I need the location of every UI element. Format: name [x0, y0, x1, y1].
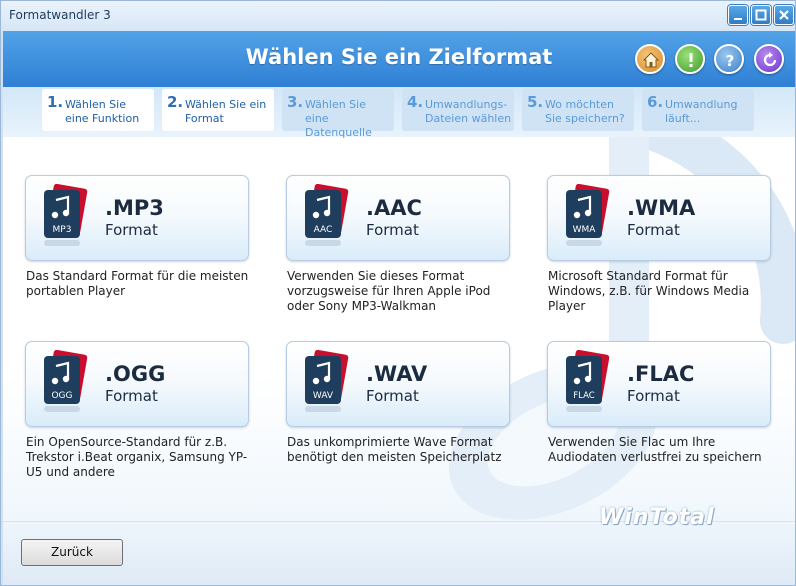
step-label: Wo möchten Sie speichern?	[545, 98, 625, 125]
refresh-icon	[763, 52, 777, 67]
home-button[interactable]	[635, 44, 665, 74]
format-badge-text: MP3	[53, 225, 72, 235]
header-bar: Wählen Sie ein Zielformat ?	[3, 31, 795, 87]
minimize-button[interactable]	[728, 5, 748, 25]
help-button[interactable]: ?	[714, 44, 744, 74]
format-extension: .MP3	[105, 196, 164, 220]
step-label: Wählen Sie eine Datenquelle	[305, 98, 372, 139]
step-label: Umwandlungs-Dateien wählen	[425, 98, 512, 125]
format-label: Format	[627, 387, 680, 405]
refresh-button[interactable]	[754, 44, 784, 74]
close-icon	[779, 10, 789, 20]
format-card-wma[interactable]: WMA .WMA Format	[547, 175, 771, 261]
step-number: 6.	[647, 93, 664, 111]
format-card-mp3[interactable]: MP3 .MP3 Format	[25, 175, 249, 261]
step-6: 6. Umwandlung läuft...	[642, 89, 754, 131]
step-number: 4.	[407, 93, 424, 111]
format-description: Ein OpenSource-Standard für z.B. Treksto…	[26, 435, 248, 479]
warning-icon	[689, 53, 693, 67]
step-label: Umwandlung läuft...	[665, 98, 738, 125]
step-5: 5. Wo möchten Sie speichern?	[522, 89, 634, 131]
wizard-steps: 1. Wählen Sie eine Funktion 2. Wählen Si…	[3, 87, 795, 139]
app-window: Formatwandler 3 Wählen Sie ein Zielforma…	[0, 0, 796, 586]
format-card-wav[interactable]: WAV .WAV Format	[286, 341, 510, 427]
step-number: 5.	[527, 93, 544, 111]
wintotal-watermark: WinTotal	[599, 505, 715, 530]
format-label: Format	[105, 221, 158, 239]
notice-button[interactable]	[675, 44, 705, 74]
format-label: Format	[366, 387, 419, 405]
step-number: 1.	[47, 93, 64, 111]
step-number: 3.	[287, 93, 304, 111]
audio-file-icon: MP3	[44, 184, 88, 246]
format-label: Format	[105, 387, 158, 405]
content-area: Wählen Sie ein Zielformat ? 1. Wählen Si…	[3, 31, 795, 585]
format-badge-text: OGG	[51, 391, 72, 401]
step-3: 3. Wählen Sie eine Datenquelle	[282, 89, 394, 139]
audio-file-icon: AAC	[305, 184, 349, 246]
format-extension: .WMA	[627, 196, 696, 220]
step-4: 4. Umwandlungs-Dateien wählen	[402, 89, 514, 131]
format-extension: .AAC	[366, 196, 422, 220]
format-description: Das unkomprimierte Wave Format benötigt …	[287, 435, 502, 464]
window-title: Formatwandler 3	[9, 8, 111, 22]
audio-file-icon: FLAC	[566, 350, 610, 412]
format-extension: .FLAC	[627, 362, 695, 386]
step-number: 2.	[167, 93, 184, 111]
audio-file-icon: OGG	[44, 350, 88, 412]
minimize-icon	[734, 18, 742, 20]
home-icon	[642, 52, 660, 68]
format-badge-text: FLAC	[573, 391, 594, 401]
svg-text:?: ?	[726, 52, 735, 69]
maximize-icon	[755, 9, 767, 21]
music-note-background-icon	[449, 101, 795, 520]
format-description: Microsoft Standard Format für Windows, z…	[548, 269, 750, 313]
format-card-ogg[interactable]: OGG .OGG Format	[25, 341, 249, 427]
step-1[interactable]: 1. Wählen Sie eine Funktion	[42, 89, 154, 131]
format-description: Verwenden Sie dieses Format vorzugsweise…	[287, 269, 491, 313]
audio-file-icon: WAV	[305, 350, 349, 412]
help-icon: ?	[726, 52, 735, 69]
format-label: Format	[366, 221, 419, 239]
format-badge-text: WMA	[573, 225, 597, 235]
back-button[interactable]: Zurück	[21, 539, 123, 566]
format-badge-text: WAV	[313, 391, 334, 401]
format-extension: .WAV	[366, 362, 428, 386]
step-label: Wählen Sie eine Funktion	[65, 98, 140, 125]
title-bar: Formatwandler 3	[1, 1, 795, 31]
close-button[interactable]	[774, 5, 794, 25]
format-label: Format	[627, 221, 680, 239]
maximize-button[interactable]	[751, 5, 771, 25]
step-2[interactable]: 2. Wählen Sie ein Format	[162, 89, 274, 131]
format-card-flac[interactable]: FLAC .FLAC Format	[547, 341, 771, 427]
format-card-aac[interactable]: AAC .AAC Format	[286, 175, 510, 261]
format-description: Das Standard Format für die meisten port…	[26, 269, 249, 298]
step-label: Wählen Sie ein Format	[185, 98, 267, 125]
audio-file-icon: WMA	[566, 184, 610, 246]
format-badge-text: AAC	[314, 225, 333, 235]
format-description: Verwenden Sie Flac um Ihre Audiodaten ve…	[548, 435, 762, 464]
format-extension: .OGG	[105, 362, 166, 386]
